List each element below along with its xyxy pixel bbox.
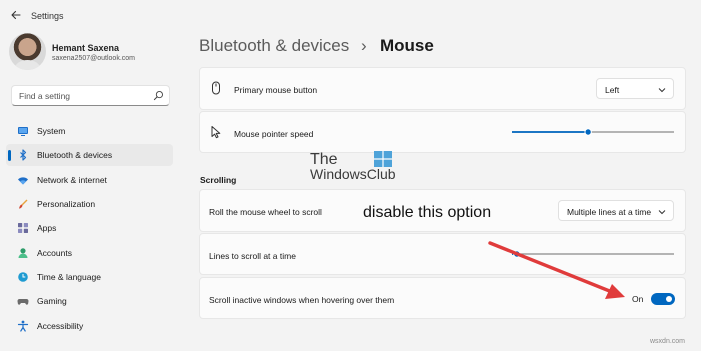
bluetooth-icon — [20, 149, 27, 161]
watermark-line2: WindowsClub — [310, 166, 396, 182]
dropdown-value: Multiple lines at a time — [567, 207, 652, 217]
pointer-icon — [211, 126, 221, 139]
sidebar-item-label: Time & language — [37, 272, 101, 282]
dropdown-value: Left — [605, 85, 620, 95]
page-title: Mouse — [380, 36, 434, 55]
pointer-speed-card: Mouse pointer speed — [199, 111, 686, 153]
globe-clock-icon — [18, 272, 28, 282]
sidebar-item-apps[interactable]: Apps — [6, 217, 173, 239]
roll-wheel-label: Roll the mouse wheel to scroll — [209, 207, 322, 217]
back-arrow-icon[interactable] — [8, 7, 24, 23]
sidebar-item-bluetooth-devices[interactable]: Bluetooth & devices — [6, 144, 173, 166]
roll-wheel-dropdown[interactable]: Multiple lines at a time — [558, 200, 674, 221]
breadcrumb-parent[interactable]: Bluetooth & devices — [199, 36, 349, 56]
sidebar-item-personalization[interactable]: Personalization — [6, 193, 173, 215]
slider-thumb — [584, 128, 592, 136]
user-email: saxena2507@outlook.com — [52, 55, 135, 62]
wifi-icon — [18, 177, 28, 185]
scroll-inactive-label: Scroll inactive windows when hovering ov… — [209, 295, 395, 305]
pointer-speed-slider[interactable] — [511, 126, 675, 138]
user-name: Hemant Saxena — [52, 43, 120, 53]
search-input[interactable]: Find a setting — [19, 91, 70, 101]
sidebar-item-label: Apps — [37, 223, 57, 233]
sidebar-item-label: Gaming — [37, 296, 67, 306]
watermark-logo-icon — [374, 151, 392, 167]
sidebar-item-gaming[interactable]: Gaming — [6, 290, 173, 312]
sidebar-item-label: Bluetooth & devices — [37, 150, 113, 160]
active-indicator — [8, 150, 11, 161]
accessibility-icon — [17, 320, 29, 332]
sidebar-item-time-language[interactable]: Time & language — [6, 266, 173, 288]
avatar — [9, 33, 46, 70]
mouse-icon — [212, 81, 220, 95]
monitor-icon — [18, 127, 28, 136]
controller-icon — [17, 298, 29, 305]
sidebar-item-accounts[interactable]: Accounts — [6, 242, 173, 264]
scrolling-section-header: Scrolling — [200, 175, 237, 185]
scroll-inactive-toggle[interactable] — [651, 293, 675, 305]
lines-to-scroll-label: Lines to scroll at a time — [209, 251, 296, 261]
sidebar-item-label: Accounts — [37, 248, 72, 258]
toggle-knob — [666, 296, 672, 302]
sidebar-item-network[interactable]: Network & internet — [6, 169, 173, 191]
apps-icon — [18, 223, 28, 233]
sidebar-item-label: Personalization — [37, 199, 96, 209]
sidebar-item-system[interactable]: System — [6, 120, 173, 142]
search-icon[interactable] — [153, 90, 164, 101]
chevron-down-icon — [658, 210, 666, 215]
sidebar-item-label: Accessibility — [37, 321, 84, 331]
primary-mouse-button-label: Primary mouse button — [234, 85, 318, 95]
pointer-speed-label: Mouse pointer speed — [234, 129, 314, 139]
site-watermark: wsxdn.com — [650, 338, 686, 345]
app-title: Settings — [31, 11, 64, 21]
annotation-arrow-icon — [488, 241, 625, 299]
primary-mouse-button-dropdown[interactable]: Left — [596, 78, 674, 99]
search-box[interactable]: Find a setting — [11, 85, 170, 106]
sidebar-item-accessibility[interactable]: Accessibility — [6, 315, 173, 337]
annotation-text: disable this option — [363, 204, 492, 221]
person-icon — [18, 248, 28, 258]
brush-icon — [19, 199, 28, 209]
breadcrumb-separator: › — [361, 36, 367, 55]
sidebar-item-label: System — [37, 126, 66, 136]
chevron-down-icon — [658, 88, 666, 93]
primary-mouse-button-card: Primary mouse button Left — [199, 67, 686, 110]
sidebar-item-label: Network & internet — [37, 175, 107, 185]
